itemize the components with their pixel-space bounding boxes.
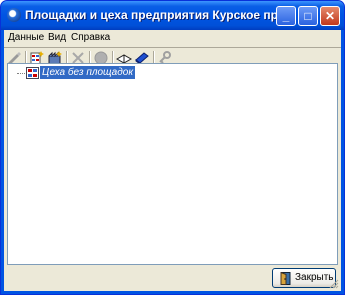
tree-node-workshops-without-sites[interactable]: Цеха без площадок bbox=[40, 66, 136, 79]
resize-grip[interactable] bbox=[329, 279, 339, 289]
close-button-label: Закрыть bbox=[295, 272, 334, 283]
menu-item-view[interactable]: Вид bbox=[48, 32, 66, 43]
app-icon bbox=[7, 8, 21, 22]
title-bar[interactable]: Площадки и цеха предприятия Курское пред… bbox=[1, 1, 344, 30]
window-title: Площадки и цеха предприятия Курское пред… bbox=[25, 8, 281, 22]
close-button[interactable]: Закрыть bbox=[272, 268, 336, 288]
close-window-button[interactable]: ✕ bbox=[320, 6, 340, 26]
minimize-button[interactable]: _ bbox=[276, 6, 296, 26]
client-area: Данные Вид Справка Цеха без площадок Зак… bbox=[4, 30, 341, 291]
menu-item-data[interactable]: Данные bbox=[8, 32, 44, 43]
menu-bar: Данные Вид Справка bbox=[4, 30, 341, 47]
maximize-button[interactable]: □ bbox=[298, 6, 318, 26]
menu-item-help[interactable]: Справка bbox=[71, 32, 110, 43]
tree-view[interactable]: Цеха без площадок bbox=[7, 63, 338, 265]
workshop-icon bbox=[26, 67, 39, 79]
tree-connector bbox=[17, 73, 25, 74]
main-window: Площадки и цеха предприятия Курское пред… bbox=[0, 0, 345, 295]
footer-bar: Закрыть bbox=[4, 268, 341, 291]
door-icon bbox=[280, 272, 291, 285]
